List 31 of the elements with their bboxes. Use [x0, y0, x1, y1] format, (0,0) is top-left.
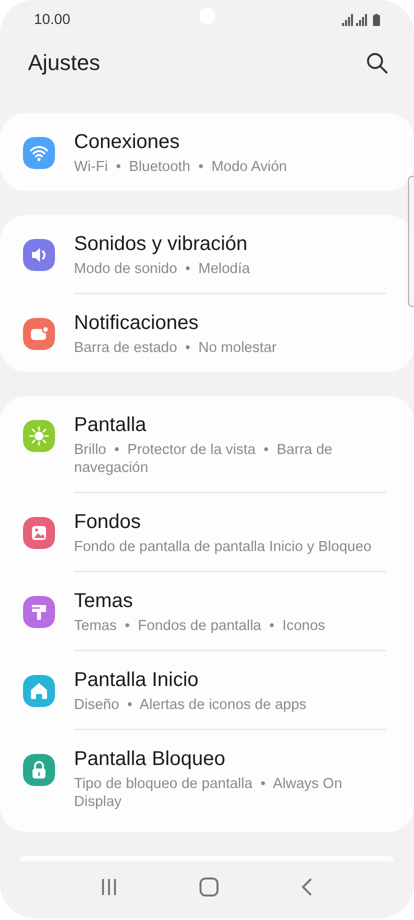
setting-title[interactable]: Fondos	[74, 509, 386, 535]
home-button-icon[interactable]	[198, 877, 219, 897]
setting-summary: Diseño • Alertas de iconos de apps	[74, 696, 308, 714]
setting-summary: Temas • Fondos de pantalla • Iconos	[74, 617, 326, 635]
setting-summary: Brillo • Protector de la vista • Barra de navegación	[74, 441, 334, 477]
recent-apps-icon[interactable]	[100, 878, 118, 896]
setting-title[interactable]: Conexiones	[74, 129, 386, 155]
scroll-bar[interactable]	[408, 176, 414, 307]
settings-row[interactable]: Temas Temas • Fondos de pantalla • Iconos	[0, 572, 406, 651]
settings-row[interactable]: Conexiones Wi-Fi • Bluetooth • Modo Avión	[0, 113, 406, 191]
setting-title[interactable]: Temas	[74, 588, 386, 614]
settings-row[interactable]: Sonidos y vibración Modo de sonido • Melodía	[0, 215, 406, 294]
settings-row[interactable]: Pantalla Bloqueo Tipo de bloqueo de pantalla • Always On Display	[0, 730, 406, 826]
page-title: Ajustes	[28, 50, 100, 76]
setting-summary: Tipo de bloqueo de pantalla • Always On Display	[74, 775, 344, 811]
setting-title[interactable]: Notificaciones	[74, 310, 386, 336]
setting-summary: Modo de sonido • Melodía	[74, 260, 251, 278]
settings-row[interactable]: Pantalla Brillo • Protector de la vista • Barra de navegación	[0, 396, 406, 493]
settings-row[interactable]: Notificaciones Barra de estado • No molestar	[0, 294, 406, 372]
search-icon[interactable]	[366, 52, 388, 74]
setting-title[interactable]: Pantalla Bloqueo	[74, 746, 386, 772]
setting-title[interactable]: Pantalla Inicio	[74, 667, 386, 693]
back-icon[interactable]	[300, 877, 314, 897]
settings-row[interactable]: Fondos Fondo de pantalla de pantalla Inicio y Bloqueo	[0, 493, 406, 572]
setting-summary: Wi-Fi • Bluetooth • Modo Avión	[74, 158, 288, 176]
status-time: 10.00	[34, 12, 70, 28]
setting-title[interactable]: Pantalla	[74, 412, 386, 438]
settings-row[interactable]: Pantalla Inicio Diseño • Alertas de iconos de apps	[0, 651, 406, 730]
setting-title[interactable]: Sonidos y vibración	[74, 231, 386, 257]
setting-summary: Fondo de pantalla de pantalla Inicio y Bloqueo	[74, 538, 372, 556]
setting-summary: Barra de estado • No molestar	[74, 339, 278, 357]
